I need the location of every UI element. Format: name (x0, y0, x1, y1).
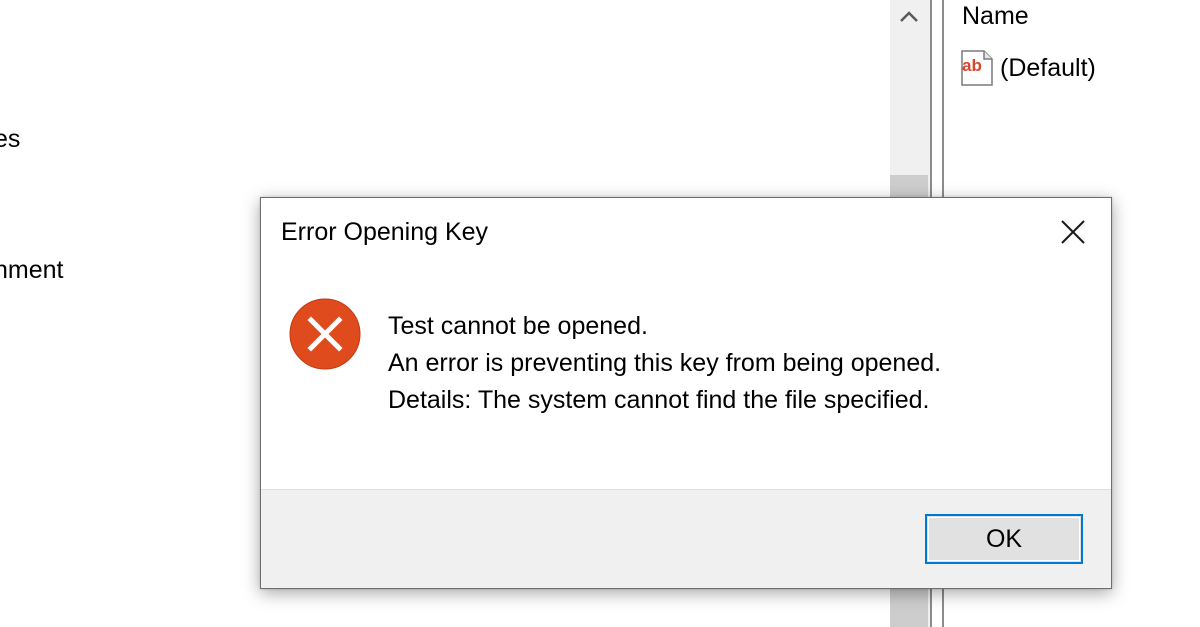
tree-item[interactable]: nment (0, 256, 63, 285)
error-dialog: Error Opening Key Test cannot be opened.… (260, 197, 1112, 589)
dialog-title: Error Opening Key (281, 218, 489, 246)
value-name: (Default) (1000, 53, 1096, 82)
message-line: An error is preventing this key from bei… (388, 349, 942, 377)
error-icon (289, 298, 361, 370)
close-button[interactable] (1055, 214, 1091, 250)
dialog-footer: OK (261, 489, 1111, 588)
name-column-header[interactable]: Name (962, 2, 1029, 31)
svg-text:ab: ab (962, 56, 982, 75)
scroll-up-arrow-icon[interactable] (890, 0, 928, 34)
screen: es nment Name ab (Default) Error Opening… (0, 0, 1200, 627)
ok-button[interactable]: OK (925, 514, 1083, 564)
message-line: Details: The system cannot find the file… (388, 386, 930, 414)
error-message: Test cannot be opened. An error is preve… (388, 308, 941, 419)
close-icon (1061, 220, 1085, 244)
reg-string-icon: ab (958, 48, 996, 88)
tree-item[interactable]: es (0, 125, 20, 154)
list-item[interactable]: ab (Default) (958, 48, 1096, 88)
message-line: Test cannot be opened. (388, 312, 648, 340)
